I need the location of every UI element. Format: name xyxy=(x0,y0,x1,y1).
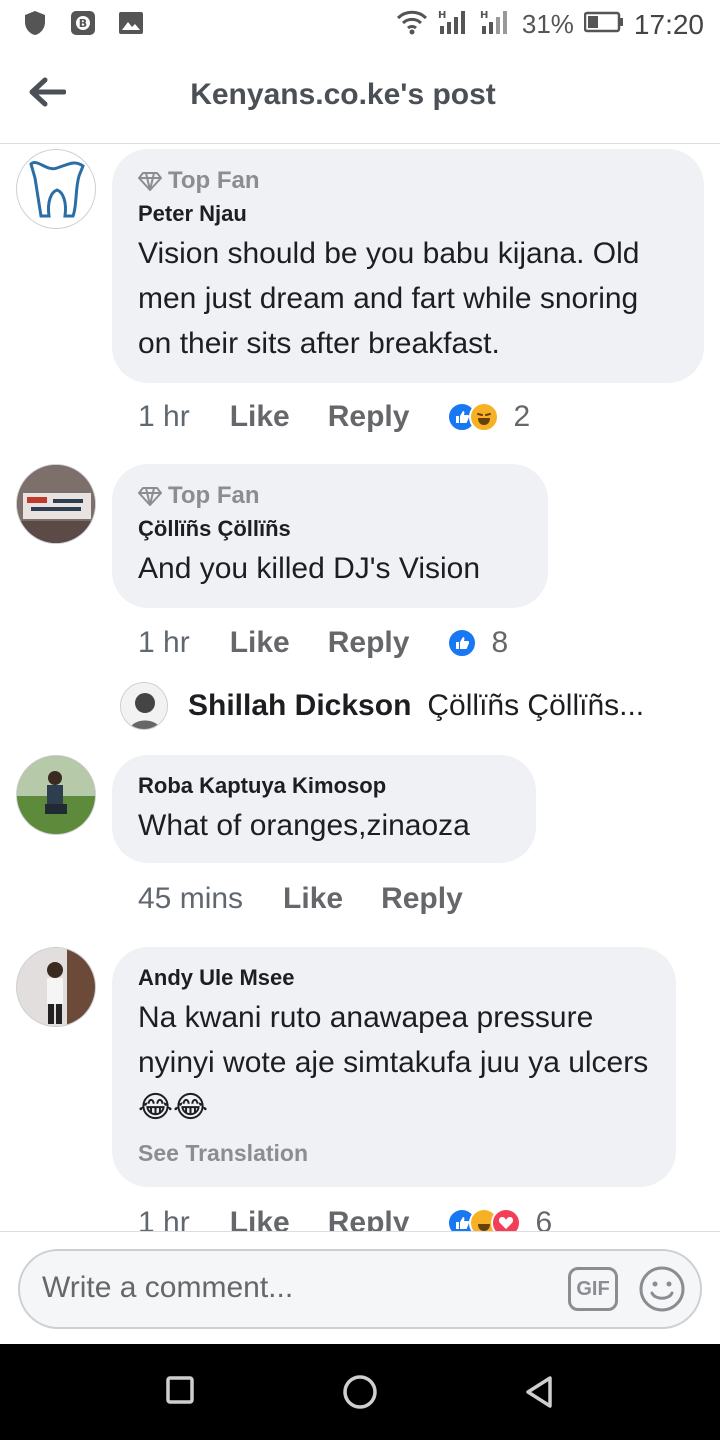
like-button[interactable]: Like xyxy=(283,882,343,916)
home-button[interactable] xyxy=(340,1372,380,1412)
like-button[interactable]: Like xyxy=(230,626,290,660)
comment-input[interactable]: Write a comment... GIF xyxy=(18,1249,702,1329)
comment-input-placeholder: Write a comment... xyxy=(42,1271,294,1304)
battery-percent: 31% xyxy=(521,9,574,39)
svg-text:H: H xyxy=(480,10,488,21)
comment-time[interactable]: 1 hr xyxy=(138,626,190,660)
comment-actions: 1 hr Like Reply 2 xyxy=(138,397,530,437)
reply-snippet: Çöllïñs Çöllïñs... xyxy=(427,689,645,722)
reply-button[interactable]: Reply xyxy=(328,400,410,434)
avatar[interactable] xyxy=(16,464,96,544)
comment-composer: Write a comment... GIF xyxy=(0,1231,720,1344)
reaction-count: 8 xyxy=(491,626,509,659)
like-button[interactable]: Like xyxy=(230,1206,290,1231)
comment-author[interactable]: Çöllïñs Çöllïñs xyxy=(138,516,522,542)
triangle-back-icon xyxy=(526,1376,552,1408)
diamond-icon xyxy=(138,172,162,191)
comment-time[interactable]: 1 hr xyxy=(138,400,190,434)
avatar[interactable] xyxy=(16,755,96,835)
reply-preview[interactable]: Shillah Dickson Çöllïñs Çöllïñs... xyxy=(120,681,680,731)
like-reaction-icon xyxy=(447,628,478,658)
wifi-icon xyxy=(396,9,428,40)
signal-h-icon: H xyxy=(480,8,512,41)
reply-button[interactable]: Reply xyxy=(328,626,410,660)
comments-list[interactable]: Top Fan Peter Njau Vision should be you … xyxy=(0,145,720,1231)
reactions[interactable]: 6 xyxy=(447,1206,552,1231)
shield-icon xyxy=(22,10,48,36)
love-reaction-icon xyxy=(491,1208,522,1231)
haha-reaction-icon xyxy=(469,402,500,432)
gif-button[interactable]: GIF xyxy=(568,1267,618,1311)
emoji-button[interactable] xyxy=(638,1265,686,1313)
see-translation-link[interactable]: See Translation xyxy=(138,1140,650,1167)
reply-button[interactable]: Reply xyxy=(381,882,463,916)
avatar[interactable] xyxy=(16,149,96,229)
status-bar: B H H 31% 17:20 xyxy=(0,0,720,50)
comment-text: What of oranges,zinaoza xyxy=(138,809,470,842)
back-nav-button[interactable] xyxy=(520,1372,560,1412)
top-fan-badge: Top Fan xyxy=(138,482,522,510)
svg-text:B: B xyxy=(79,17,87,30)
comment-bubble: Top Fan Çöllïñs Çöllïñs And you killed D… xyxy=(112,464,548,608)
comment-actions: 1 hr Like Reply 8 xyxy=(138,623,508,663)
comment-bubble: Roba Kaptuya Kimosop What of oranges,zin… xyxy=(112,755,536,863)
reply-button[interactable]: Reply xyxy=(328,1206,410,1231)
svg-text:H: H xyxy=(438,10,446,21)
page-title: Kenyans.co.ke's post xyxy=(190,78,496,111)
reaction-count: 2 xyxy=(513,400,531,433)
reply-author[interactable]: Shillah Dickson xyxy=(188,689,411,723)
diamond-icon xyxy=(138,487,162,506)
post-header: Kenyans.co.ke's post xyxy=(0,50,720,144)
comment-bubble: Andy Ule Msee Na kwani ruto anawapea pre… xyxy=(112,947,676,1187)
comment-text: And you killed DJ's Vision xyxy=(138,552,481,585)
comment-actions: 45 mins Like Reply xyxy=(138,879,501,919)
comment-time[interactable]: 45 mins xyxy=(138,882,243,916)
clock: 17:20 xyxy=(633,8,704,40)
comment-text: Na kwani ruto anawapea pressure nyinyi w… xyxy=(138,1001,649,1124)
circle-icon xyxy=(343,1375,377,1409)
comment-bubble: Top Fan Peter Njau Vision should be you … xyxy=(112,149,704,383)
battery-icon xyxy=(583,11,624,38)
avatar[interactable] xyxy=(120,682,168,730)
vpn-key-icon: B xyxy=(70,10,96,36)
comment-actions: 1 hr Like Reply 6 xyxy=(138,1203,552,1231)
image-icon xyxy=(118,10,144,36)
reactions[interactable]: 8 xyxy=(447,626,508,660)
avatar[interactable] xyxy=(16,947,96,1027)
comment-author[interactable]: Peter Njau xyxy=(138,201,678,227)
comment-time[interactable]: 1 hr xyxy=(138,1206,190,1231)
signal-h-icon: H xyxy=(438,8,470,41)
comment-text: Vision should be you babu kijana. Old me… xyxy=(138,237,640,360)
reaction-count: 6 xyxy=(535,1206,553,1231)
square-icon xyxy=(166,1376,194,1404)
comment-author[interactable]: Roba Kaptuya Kimosop xyxy=(138,773,510,799)
top-fan-badge: Top Fan xyxy=(138,167,678,195)
system-nav-bar xyxy=(0,1344,720,1440)
reactions[interactable]: 2 xyxy=(447,400,530,434)
like-button[interactable]: Like xyxy=(230,400,290,434)
recents-button[interactable] xyxy=(162,1372,202,1412)
smiley-icon xyxy=(639,1266,685,1312)
comment-author[interactable]: Andy Ule Msee xyxy=(138,965,650,991)
